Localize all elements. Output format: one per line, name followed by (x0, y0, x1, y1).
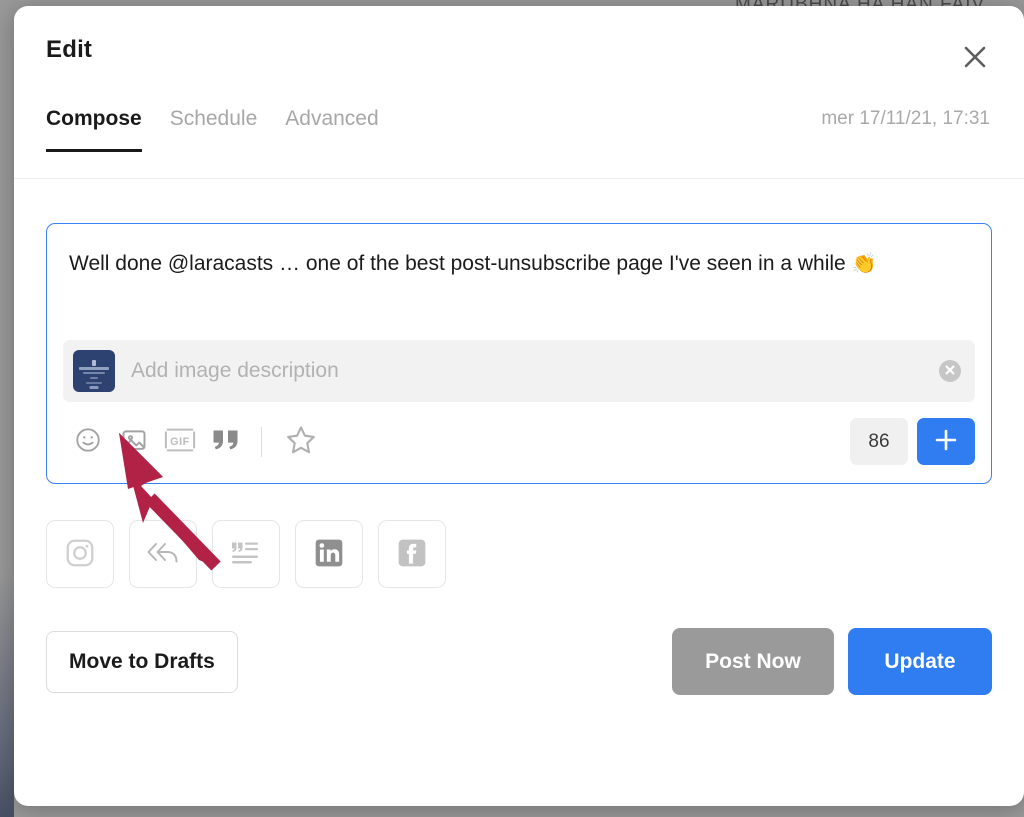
quote-icon (211, 427, 241, 456)
network-selector (14, 484, 1024, 588)
clap-emoji-icon: 👏 (851, 253, 877, 275)
thumbnail-detail (89, 386, 99, 389)
thumbnail-detail (79, 367, 109, 370)
image-description-input[interactable] (131, 359, 939, 383)
plus-icon (933, 427, 959, 456)
image-thumbnail[interactable] (73, 350, 115, 392)
thumbnail-detail (92, 360, 96, 366)
facebook-icon (396, 537, 428, 572)
backdrop-left-strip (0, 0, 14, 817)
modal-header: Edit (14, 6, 1024, 106)
image-icon (120, 426, 148, 457)
clear-image-button[interactable] (939, 360, 961, 382)
modal-footer: Move to Drafts Post Now Update (14, 588, 1024, 695)
image-button[interactable] (111, 422, 157, 462)
network-facebook[interactable] (378, 520, 446, 588)
tab-compose[interactable]: Compose (46, 106, 142, 152)
emoji-icon (74, 426, 102, 457)
footer-actions: Post Now Update (672, 628, 992, 695)
star-icon (285, 424, 317, 459)
instagram-icon (64, 537, 96, 572)
close-button[interactable] (956, 38, 994, 76)
close-icon (961, 43, 989, 71)
post-text-editor[interactable]: Well done @laracasts … one of the best p… (47, 224, 991, 334)
scheduled-timestamp: mer 17/11/21, 17:31 (821, 108, 990, 129)
page-title: Edit (46, 36, 93, 63)
edit-post-modal: Edit Compose Schedule Advanced mer 17/11… (14, 6, 1024, 806)
toolbar-right-group: 86 (850, 418, 975, 465)
image-description-row (63, 340, 975, 402)
tab-advanced[interactable]: Advanced (285, 106, 378, 152)
tab-schedule[interactable]: Schedule (170, 106, 258, 152)
network-instagram[interactable] (46, 520, 114, 588)
thumbnail-detail (90, 377, 98, 379)
network-quote-list[interactable] (212, 520, 280, 588)
character-count: 86 (850, 418, 908, 465)
emoji-button[interactable] (65, 422, 111, 462)
post-text: Well done @laracasts … one of the best p… (69, 252, 852, 275)
tab-list: Compose Schedule Advanced (46, 106, 407, 152)
linkedin-icon (313, 537, 345, 572)
reply-all-icon (145, 538, 181, 571)
post-now-button[interactable]: Post Now (672, 628, 834, 695)
clear-circle-icon (944, 364, 956, 379)
compose-section: Well done @laracasts … one of the best p… (14, 179, 1024, 484)
thumbnail-detail (83, 372, 105, 374)
tab-bar: Compose Schedule Advanced mer 17/11/21, … (14, 106, 1024, 178)
toolbar-divider (261, 426, 262, 457)
update-button[interactable]: Update (848, 628, 992, 695)
network-linkedin[interactable] (295, 520, 363, 588)
svg-text:GIF: GIF (170, 436, 190, 448)
quote-button[interactable] (203, 422, 249, 462)
network-reply-all[interactable] (129, 520, 197, 588)
compose-toolbar: GIF 86 (47, 402, 991, 483)
compose-box: Well done @laracasts … one of the best p… (46, 223, 992, 484)
thumbnail-detail (86, 382, 102, 384)
gif-icon: GIF (164, 427, 196, 456)
move-to-drafts-button[interactable]: Move to Drafts (46, 630, 238, 693)
favorite-button[interactable] (278, 422, 324, 462)
quote-list-icon (229, 538, 263, 571)
add-post-button[interactable] (917, 418, 975, 465)
gif-button[interactable]: GIF (157, 422, 203, 462)
